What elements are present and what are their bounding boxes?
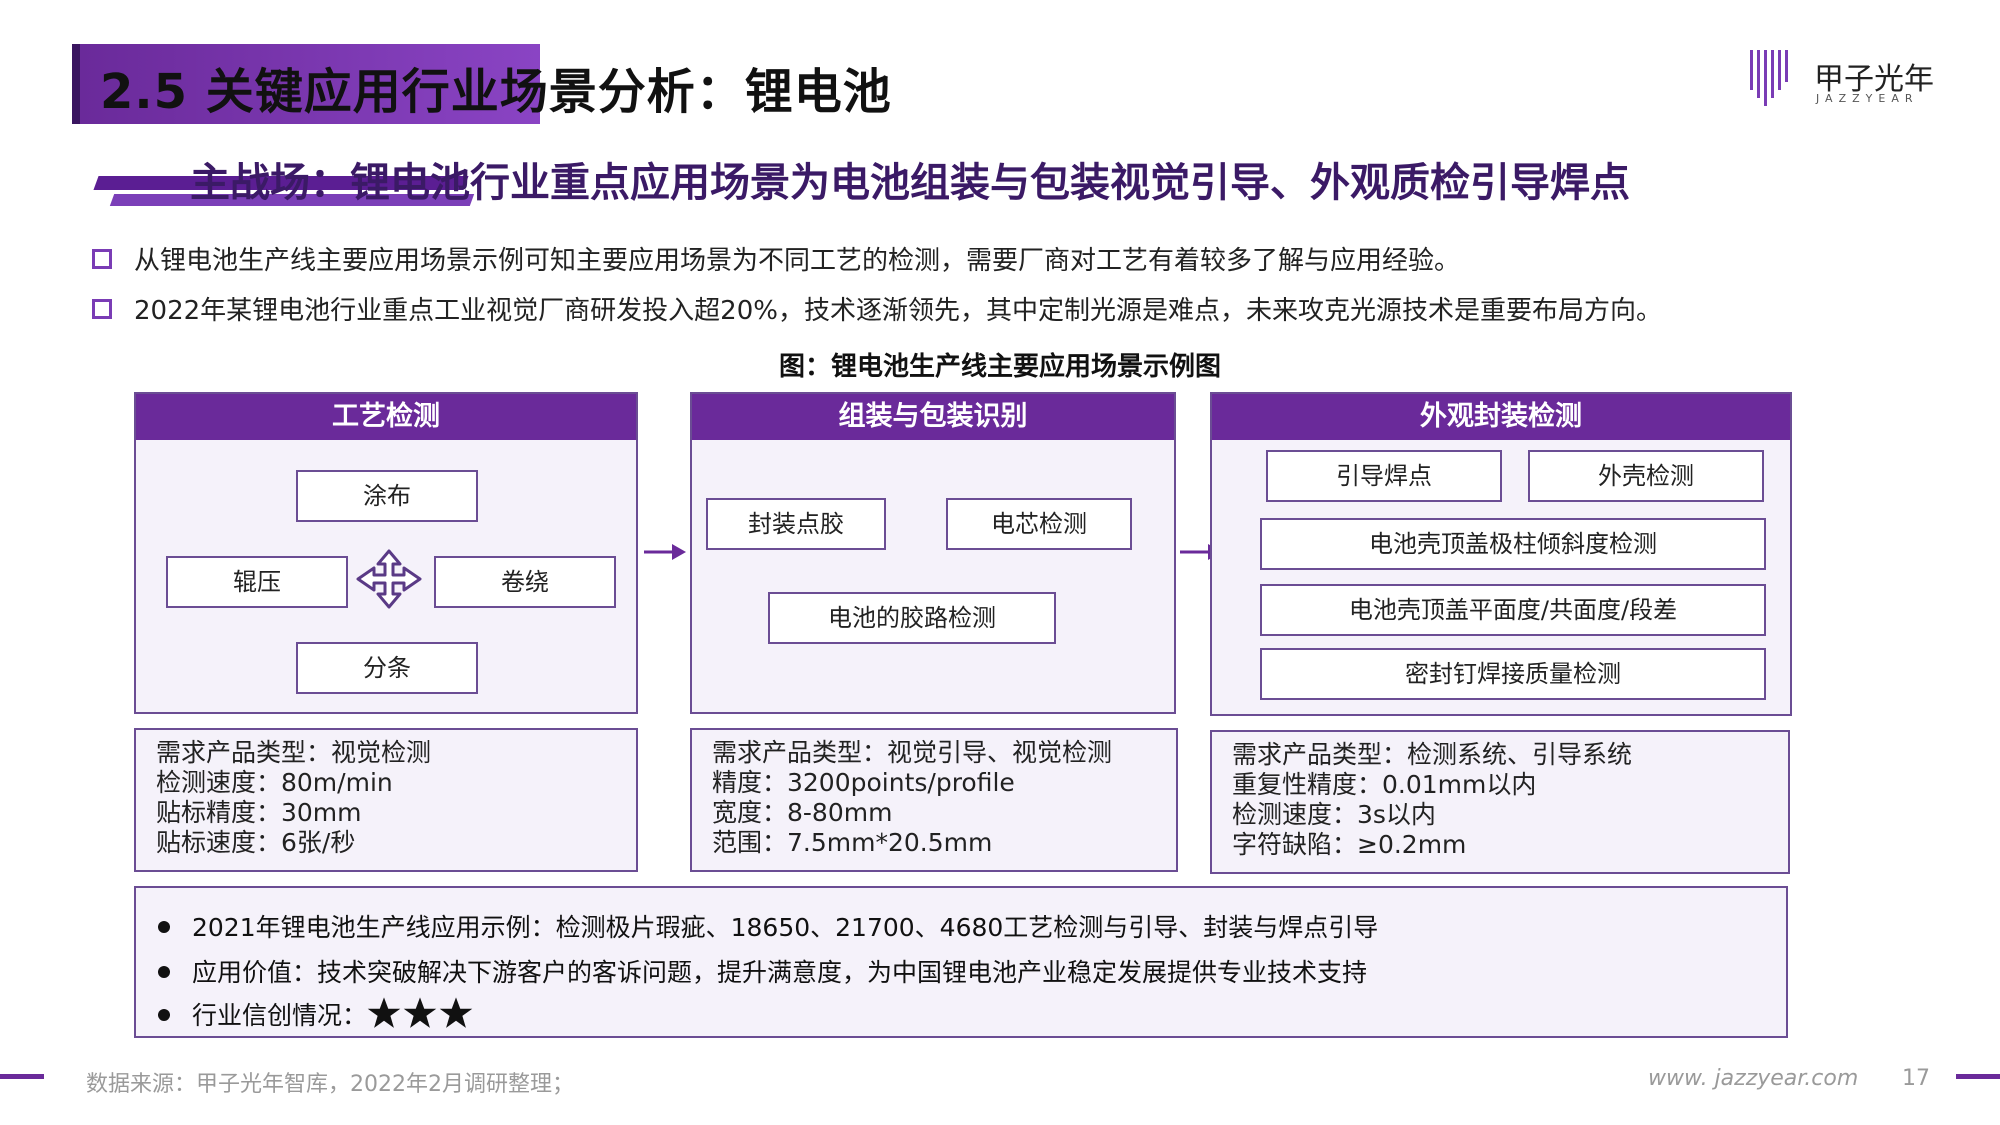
summary-line: 行业信创情况： [158, 996, 475, 1034]
star-icon [403, 997, 437, 1028]
process-item-coating: 涂布 [296, 470, 478, 522]
panel-assembly-packaging: 组装与包装识别 封装点胶 电芯检测 电池的胶路检测 [690, 392, 1176, 714]
panel-title: 工艺检测 [136, 394, 636, 440]
assembly-item-cell-inspection: 电芯检测 [946, 498, 1132, 550]
process-item-slitting: 分条 [296, 642, 478, 694]
four-way-arrow-icon [356, 549, 422, 609]
bullet-dot-icon [158, 1009, 170, 1021]
summary-box: 2021年锂电池生产线应用示例：检测极片瑕疵、18650、21700、4680工… [134, 886, 1788, 1038]
appearance-item-shell-inspection: 外壳检测 [1528, 450, 1764, 502]
logo-english-name: JAZZYEAR [1816, 92, 1919, 105]
star-icon [439, 997, 473, 1028]
process-item-rolling: 辊压 [166, 556, 348, 608]
panel-title: 组装与包装识别 [692, 394, 1174, 440]
square-bullet-icon [92, 298, 112, 319]
info-box-appearance: 需求产品类型：检测系统、引导系统 重复性精度：0.01mm以内 检测速度：3s以… [1210, 730, 1790, 874]
appearance-item-seal-weld: 密封钉焊接质量检测 [1260, 648, 1766, 700]
panel-appearance-inspection: 外观封装检测 引导焊点 外壳检测 电池壳顶盖极柱倾斜度检测 电池壳顶盖平面度/共… [1210, 392, 1792, 716]
star-icon [367, 997, 401, 1028]
assembly-item-glue-path: 电池的胶路检测 [768, 592, 1056, 644]
square-bullet-icon [92, 248, 112, 269]
footer-source: 数据来源：甲子光年智库，2022年2月调研整理； [86, 1072, 574, 1097]
jazzyear-logo-icon [1750, 50, 1788, 106]
panel-process-inspection: 工艺检测 涂布 辊压 卷绕 分条 [134, 392, 638, 714]
footer-accent-line [1956, 1074, 2000, 1079]
process-item-winding: 卷绕 [434, 556, 616, 608]
info-box-assembly: 需求产品类型：视觉引导、视觉检测 精度：3200points/profile 宽… [690, 728, 1178, 872]
assembly-item-sealing-glue: 封装点胶 [706, 498, 886, 550]
info-box-process: 需求产品类型：视觉检测 检测速度：80m/min 贴标精度：30mm 贴标速度：… [134, 728, 638, 872]
footer-accent-line [0, 1074, 44, 1079]
panel-title: 外观封装检测 [1212, 394, 1790, 440]
footer-url: www. jazzyear.com [1648, 1066, 1859, 1091]
figure-caption: 图：锂电池生产线主要应用场景示例图 [778, 352, 1221, 382]
summary-line: 2021年锂电池生产线应用示例：检测极片瑕疵、18650、21700、4680工… [158, 908, 1378, 944]
bullet-dot-icon [158, 966, 170, 978]
appearance-item-weld-guide: 引导焊点 [1266, 450, 1502, 502]
bullet-item: 2022年某锂电池行业重点工业视觉厂商研发投入超20%，技术逐渐领先，其中定制光… [92, 290, 1662, 327]
flow-arrow-icon [644, 544, 686, 560]
summary-line: 应用价值：技术突破解决下游客户的客诉问题，提升满意度，为中国锂电池产业稳定发展提… [158, 953, 1367, 989]
rating-stars [367, 997, 475, 1030]
slide-subtitle: 主战场：锂电池行业重点应用场景为电池组装与包装视觉引导、外观质检引导焊点 [190, 160, 1630, 206]
bullet-item: 从锂电池生产线主要应用场景示例可知主要应用场景为不同工艺的检测，需要厂商对工艺有… [92, 240, 1460, 277]
page-number: 17 [1902, 1066, 1930, 1091]
appearance-item-flatness: 电池壳顶盖平面度/共面度/段差 [1260, 584, 1766, 636]
appearance-item-pole-tilt: 电池壳顶盖极柱倾斜度检测 [1260, 518, 1766, 570]
bullet-dot-icon [158, 921, 170, 933]
page-title: 2.5 关键应用行业场景分析：锂电池 [100, 64, 892, 120]
